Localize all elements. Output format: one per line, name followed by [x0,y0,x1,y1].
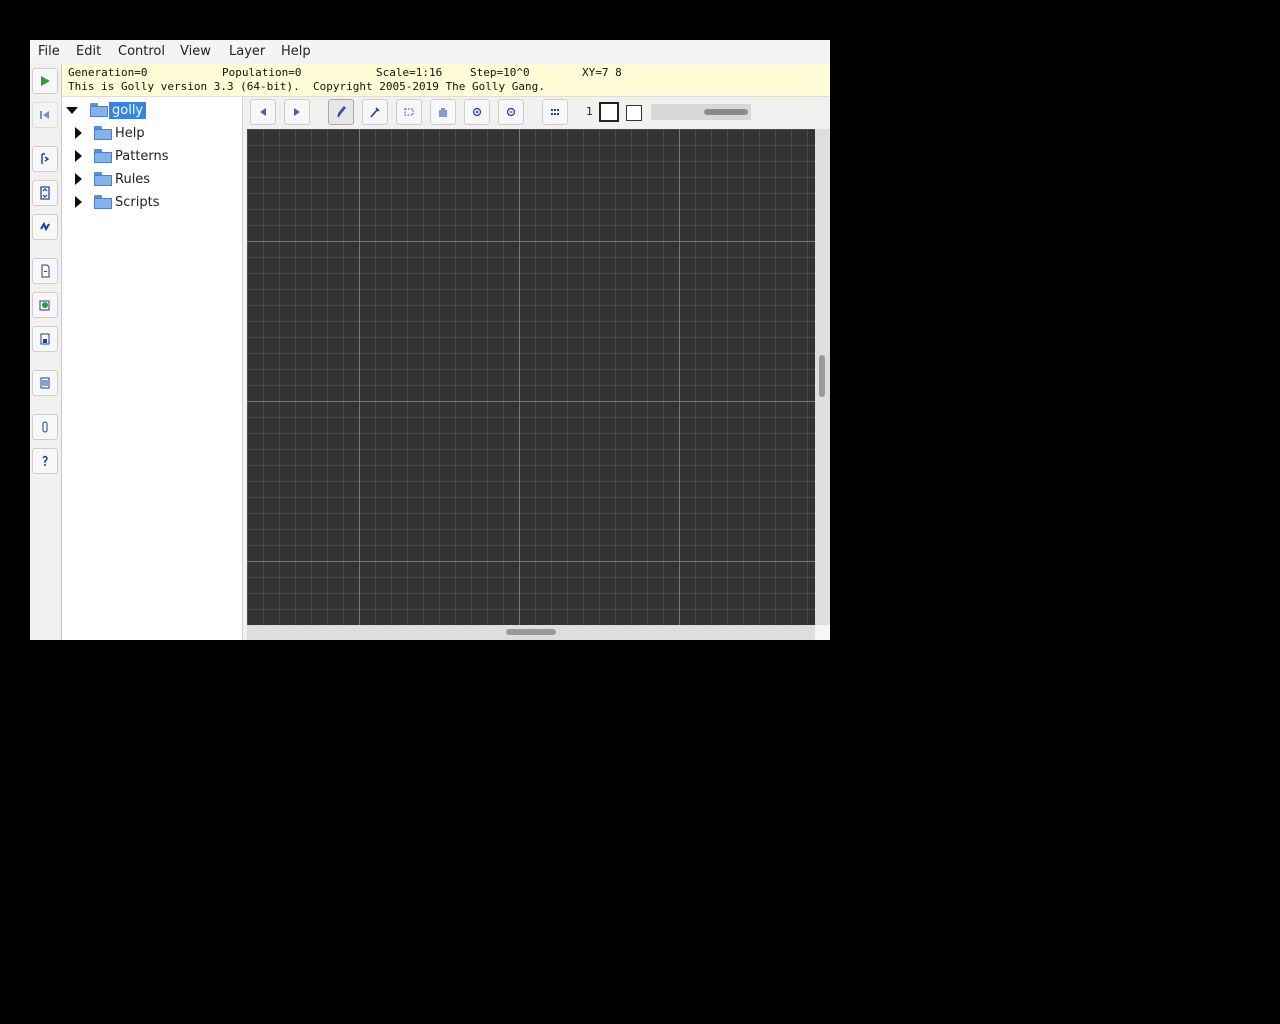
start-icon [41,76,50,86]
new-pattern-icon [41,264,50,278]
menu-layer[interactable]: Layer [229,44,265,59]
tree-node-label: Help [115,125,145,141]
expand-icon[interactable] [75,196,82,208]
xy-status: XY=7 8 [582,66,622,79]
folder-icon [94,149,112,163]
redo-icon [294,108,300,116]
folder-icon [94,126,112,140]
reset-button[interactable] [32,102,58,128]
status-message: This is Golly version 3.3 (64-bit). Copy… [68,80,545,93]
menu-help[interactable]: Help [281,44,311,59]
state-scrollbar[interactable] [651,104,751,120]
save-icon [40,333,50,345]
folder-icon [94,195,112,209]
pick-button[interactable] [362,99,388,125]
menu-control[interactable]: Control [118,44,165,59]
expand-icon[interactable] [75,173,82,185]
tree-node-help[interactable]: Help [75,122,145,144]
main-toolbar [30,64,62,640]
scroll-corner [815,625,830,640]
tree-node-label: golly [109,101,147,119]
expand-icon[interactable] [75,127,82,139]
state-swatch[interactable] [626,105,642,121]
help-button[interactable] [32,448,58,474]
zoom-in-icon [472,107,482,117]
step-icon [41,153,50,164]
move-button[interactable] [430,99,456,125]
open-pattern-button[interactable] [32,292,58,318]
info-icon [42,421,48,433]
folder-tree: golly Help Patterns Rules Scripts [62,97,243,640]
zoom-out-button[interactable] [498,99,524,125]
undo-button[interactable] [250,99,276,125]
step-button[interactable] [32,146,58,172]
new-pattern-button[interactable] [32,258,58,284]
menu-view[interactable]: View [180,44,211,59]
step-status: Step=10^0 [470,66,530,79]
all-states-icon [551,109,559,115]
state-number: 1 [586,105,593,118]
hash-button[interactable] [32,214,58,240]
tree-node-patterns[interactable]: Patterns [75,145,169,167]
select-button[interactable] [396,99,422,125]
folder-icon [94,172,112,186]
undo-icon [260,108,266,116]
pattern-viewport[interactable] [247,129,815,625]
save-pattern-button[interactable] [32,326,58,352]
open-icon [39,300,50,311]
show-info-button[interactable] [32,414,58,440]
menu-edit[interactable]: Edit [76,44,101,59]
tree-node-scripts[interactable]: Scripts [75,191,159,213]
generation-status: Generation=0 [68,66,148,79]
horizontal-scrollbar[interactable] [247,625,815,640]
folder-icon [90,103,108,117]
expand-icon[interactable] [75,150,82,162]
current-state-swatch[interactable] [599,102,619,122]
menu-file[interactable]: File [38,44,60,59]
zoom-out-icon [506,107,516,117]
horizontal-scroll-thumb[interactable] [506,629,556,635]
move-icon [439,108,447,117]
fit-button[interactable] [32,180,58,206]
menu-bar: File Edit Control View Layer Help [30,40,830,64]
show-patterns-button[interactable] [32,370,58,396]
start-button[interactable] [32,68,58,94]
tree-node-label: Patterns [115,148,169,164]
redo-button[interactable] [284,99,310,125]
draw-button[interactable] [328,99,354,125]
tree-node-golly[interactable]: golly [66,99,147,121]
collapse-icon[interactable] [66,106,78,114]
pick-icon [370,107,380,118]
zoom-in-button[interactable] [464,99,490,125]
vertical-scrollbar[interactable] [815,129,830,625]
pattern-list-icon [40,377,50,389]
all-states-button[interactable] [542,99,568,125]
select-icon [404,108,414,116]
help-icon [42,455,48,466]
edit-toolbar: 1 [246,97,830,128]
population-status: Population=0 [222,66,302,79]
scale-status: Scale=1:16 [376,66,443,79]
tree-node-rules[interactable]: Rules [75,168,150,190]
hash-icon [40,221,50,232]
fit-icon [40,186,50,200]
vertical-scroll-thumb[interactable] [819,355,825,397]
tree-node-label: Rules [115,171,151,187]
golly-window: File Edit Control View Layer Help Genera… [30,40,830,640]
tree-node-label: Scripts [115,194,160,210]
reset-icon [40,111,49,119]
draw-icon [337,106,346,118]
state-scroll-thumb[interactable] [704,109,748,115]
status-bar: Generation=0 Population=0 Scale=1:16 Ste… [62,64,830,97]
